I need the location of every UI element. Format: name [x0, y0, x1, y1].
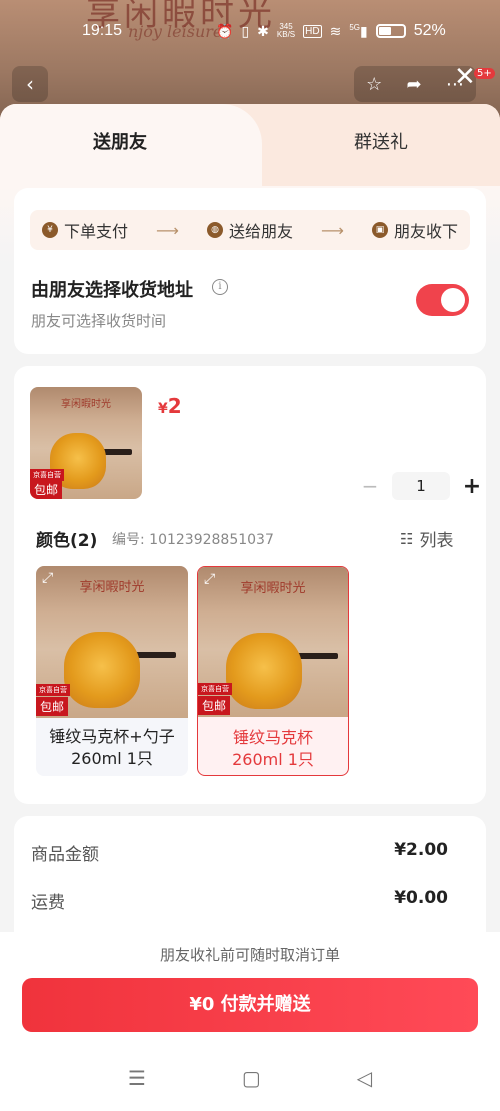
status-bar: 19:15 ⏰ ▯ ✱ 345 KB/S HD ≋ 5G▮ 52% [0, 16, 500, 50]
step-label: 下单支付 [64, 222, 129, 241]
tab-send-friend[interactable]: 送朋友 [0, 128, 240, 154]
status-icons: ⏰ ▯ ✱ 345 KB/S HD ≋ 5G▮ 52% [216, 22, 446, 40]
variant-option-cup-spoon[interactable]: ⤢ 享闲暇时光 京喜自营 包邮 锤纹马克杯+勺子 260ml 1只 [36, 566, 188, 776]
variant-image: ⤢ 享闲暇时光 京喜自营 包邮 [198, 567, 348, 717]
arrow-right-icon: ⟶ [156, 220, 179, 240]
hd-icon: HD [303, 24, 322, 38]
sku-number: 编号: 10123928851037 [112, 532, 274, 548]
shipping-label: 运费 [31, 893, 65, 913]
share-icon[interactable]: ➦ [407, 74, 422, 95]
back-icon[interactable]: ◁ [357, 1066, 372, 1090]
friend-address-toggle[interactable] [416, 284, 469, 316]
free-shipping-badge: 包邮 [36, 697, 69, 716]
price-currency: ¥ [158, 401, 168, 417]
net-speed: 345 KB/S [277, 23, 295, 39]
wechat-icon: ◍ [207, 222, 223, 238]
cart-badge: 5+ [474, 68, 495, 79]
wifi-icon: ≋ [329, 22, 342, 39]
product-price: ¥2 [158, 394, 182, 418]
variant-name: 锤纹马克杯 [232, 728, 313, 747]
gift-flow-card: ¥ 下单支付 ⟶ ◍ 送给朋友 ⟶ ▣ 朋友收下 由朋友选择收货地址 i 朋友可选择收… [14, 188, 486, 354]
variant-option-cup[interactable]: ⤢ 享闲暇时光 京喜自营 包邮 锤纹马克杯 260ml 1只 [197, 566, 349, 776]
decrease-button[interactable]: − [360, 474, 380, 498]
step-pay: ¥ 下单支付 [42, 218, 128, 242]
info-icon[interactable]: i [212, 279, 228, 295]
list-icon: ☷ [400, 529, 414, 548]
thumb-title: 享闲暇时光 [61, 399, 111, 410]
pay-and-gift-button[interactable]: ¥0 付款并赠送 [22, 978, 478, 1032]
address-choice-subtitle: 朋友可选择收货时间 [31, 312, 167, 330]
variant-name: 锤纹马克杯+勺子 [49, 727, 175, 746]
battery-percent: 52% [413, 22, 446, 39]
gift-icon: ▣ [372, 222, 388, 238]
variant-image: ⤢ 享闲暇时光 京喜自营 包邮 [36, 566, 188, 718]
tab-group-gift[interactable]: 群送礼 [262, 128, 500, 154]
step-label: 朋友收下 [394, 222, 459, 241]
list-view-toggle[interactable]: ☷ 列表 [400, 526, 454, 552]
quantity-stepper: − 1 + [360, 472, 482, 500]
home-icon[interactable]: ▢ [242, 1066, 261, 1090]
star-icon[interactable]: ☆ [366, 74, 382, 95]
signal-label: 5G [349, 22, 360, 32]
color-label: 颜色(2) [36, 531, 98, 551]
jd-badge: 京喜自营 [198, 683, 232, 695]
price-value: 2 [167, 394, 182, 418]
status-time: 19:15 [82, 22, 123, 39]
net-speed-unit: KB/S [276, 30, 296, 39]
jd-badge: 京喜自营 [36, 684, 70, 696]
back-button[interactable]: ‹ [12, 66, 48, 102]
product-card: 享闲暇时光 京喜自营 包邮 ¥2 − 1 + 颜色(2) 编号: 1012392… [14, 366, 486, 804]
goods-amount-value: ¥2.00 [394, 840, 448, 860]
battery-icon [375, 24, 406, 38]
variant-spec: 260ml 1只 [71, 749, 153, 768]
honey-jar [226, 633, 302, 709]
bluetooth-icon: ✱ [257, 22, 269, 39]
alarm-icon: ⏰ [216, 22, 234, 39]
cancel-tip: 朋友收礼前可随时取消订单 [159, 946, 340, 964]
shipping-value: ¥0.00 [394, 888, 448, 908]
product-thumbnail[interactable]: 享闲暇时光 京喜自营 包邮 [30, 387, 142, 499]
chevron-left-icon: ‹ [26, 72, 34, 96]
arrow-right-icon: ⟶ [321, 220, 344, 240]
variant-label: 锤纹马克杯+勺子 260ml 1只 [36, 726, 188, 770]
quantity-input[interactable]: 1 [392, 472, 450, 500]
goods-amount-label: 商品金额 [31, 845, 99, 865]
yuan-icon: ¥ [42, 222, 58, 238]
tab-bar: 送朋友 群送礼 [0, 104, 500, 186]
list-label: 列表 [419, 531, 454, 551]
step-receive: ▣ 朋友收下 [372, 218, 458, 242]
increase-button[interactable]: + [462, 474, 482, 499]
menu-icon[interactable]: ☰ [128, 1066, 146, 1090]
vibrate-icon: ▯ [241, 22, 250, 39]
step-label: 送给朋友 [229, 222, 294, 241]
close-icon[interactable]: ✕ [454, 62, 476, 92]
variant-spec: 260ml 1只 [232, 750, 314, 769]
variant-image-title: 享闲暇时光 [79, 580, 145, 595]
variant-label: 锤纹马克杯 260ml 1只 [198, 727, 348, 771]
system-nav-bar: ☰ ▢ ◁ [0, 1066, 500, 1090]
address-choice-title: 由朋友选择收货地址 [31, 280, 193, 301]
step-send: ◍ 送给朋友 [207, 218, 293, 242]
bottom-bar: 朋友收礼前可随时取消订单 ¥0 付款并赠送 ☰ ▢ ◁ [0, 932, 500, 1111]
gift-steps: ¥ 下单支付 ⟶ ◍ 送给朋友 ⟶ ▣ 朋友收下 [30, 210, 470, 250]
variant-image-title: 享闲暇时光 [240, 581, 306, 596]
honey-jar [64, 632, 140, 708]
free-shipping-badge: 包邮 [30, 480, 63, 499]
free-shipping-badge: 包邮 [198, 696, 231, 715]
signal-icon: 5G▮ [349, 22, 368, 39]
